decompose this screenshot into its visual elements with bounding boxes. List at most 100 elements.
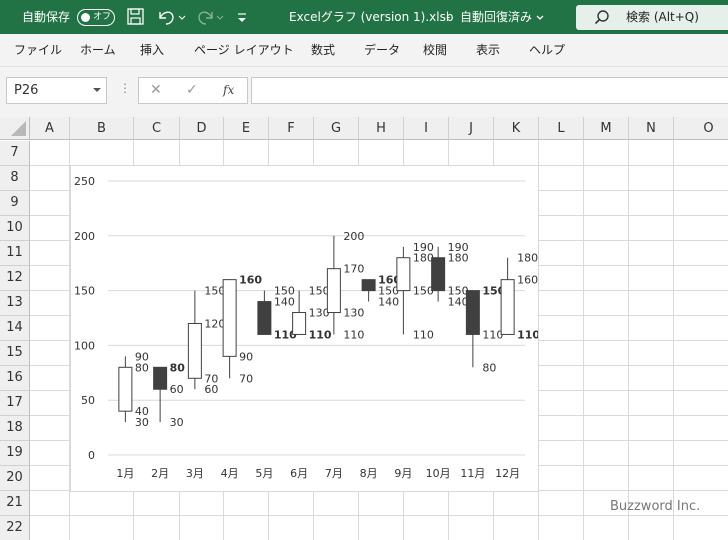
tab-help[interactable]: ヘルプ (529, 34, 565, 67)
column-header-b[interactable]: B (70, 117, 134, 140)
tab-home[interactable]: ホーム (80, 34, 116, 67)
y-tick-label: 200 (74, 230, 95, 243)
file-title: Excelグラフ (version 1).xlsb (289, 10, 454, 24)
save-icon[interactable] (126, 0, 144, 34)
row-header-17[interactable]: 17 (0, 391, 30, 416)
row-header-16[interactable]: 16 (0, 366, 30, 391)
autosave-label: 自動保存 (22, 10, 71, 24)
candle-body (396, 257, 411, 292)
close-label: 130 (309, 307, 330, 320)
x-tick-label: 12月 (495, 467, 520, 480)
candle-body (500, 279, 515, 335)
tab-review[interactable]: 校閲 (423, 34, 447, 67)
open-label: 130 (343, 307, 364, 320)
more-options-icon[interactable]: ⋮ (119, 81, 131, 95)
y-tick-label: 100 (74, 339, 95, 352)
column-header-h[interactable]: H (359, 117, 404, 140)
candle-body (153, 366, 168, 390)
tab-insert[interactable]: 挿入 (140, 34, 164, 67)
row-header-20[interactable]: 20 (0, 466, 30, 491)
y-tick-label: 50 (81, 394, 95, 407)
open-label: 150 (413, 285, 434, 298)
high-label: 200 (343, 230, 364, 243)
candle-body (187, 322, 202, 379)
column-header-c[interactable]: C (134, 117, 180, 140)
enter-check-icon[interactable]: ✓ (186, 78, 198, 103)
column-header-n[interactable]: N (629, 117, 674, 140)
search-placeholder: 検索 (Alt+Q) (626, 10, 699, 24)
insert-function-icon[interactable]: fx (223, 78, 234, 103)
save-status[interactable]: 自動回復済み (460, 0, 532, 34)
tab-formulas[interactable]: 数式 (311, 34, 335, 67)
watermark: Buzzword Inc. (610, 499, 701, 514)
row-header-13[interactable]: 13 (0, 291, 30, 316)
formula-input[interactable] (251, 77, 728, 104)
candle-body (257, 301, 272, 335)
candle-body (361, 279, 376, 292)
open-label: 180 (448, 252, 469, 265)
column-header-o[interactable]: O (674, 117, 728, 140)
open-label: 70 (204, 372, 218, 385)
undo-icon[interactable] (156, 0, 186, 34)
name-box[interactable]: P26 (6, 77, 107, 104)
row-header-8[interactable]: 8 (0, 166, 30, 191)
title-bar: 自動保存 オフ Excelグラフ (version 1).xlsb - 自動回復… (0, 0, 728, 34)
row-header-22[interactable]: 22 (0, 516, 30, 540)
row-header-21[interactable]: 21 (0, 491, 30, 516)
column-header-g[interactable]: G (314, 117, 359, 140)
row-header-9[interactable]: 9 (0, 191, 30, 216)
x-tick-label: 10月 (426, 467, 451, 480)
chevron-down-icon[interactable] (536, 0, 544, 34)
x-tick-label: 8月 (360, 467, 378, 480)
candle-body (118, 366, 133, 412)
column-header-e[interactable]: E (224, 117, 269, 140)
customize-quick-access-icon[interactable] (236, 0, 248, 34)
close-label: 180 (413, 252, 434, 265)
candlestick-chart[interactable]: 0 50 100 150 200 250 1月 90 30 40 80 2月 80 30 60 3月 150 60… (70, 165, 540, 492)
search-box[interactable]: 検索 (Alt+Q) (576, 5, 728, 30)
column-header-f[interactable]: F (269, 117, 314, 140)
close-label: 60 (170, 383, 184, 396)
column-header-d[interactable]: D (180, 117, 224, 140)
row-header-14[interactable]: 14 (0, 316, 30, 341)
close-label: 110 (482, 328, 503, 341)
candle-body (292, 312, 307, 335)
x-tick-label: 4月 (221, 467, 239, 480)
tab-view[interactable]: 表示 (476, 34, 500, 67)
column-header-k[interactable]: K (494, 117, 539, 140)
autosave-state: オフ (93, 12, 112, 22)
name-box-value: P26 (14, 83, 39, 98)
tab-data[interactable]: データ (364, 34, 400, 67)
cancel-icon[interactable]: ✕ (150, 78, 162, 103)
select-all-icon (11, 121, 26, 136)
select-all-button[interactable] (0, 117, 30, 140)
autosave-toggle[interactable]: オフ (77, 9, 115, 26)
x-tick-label: 6月 (290, 467, 308, 480)
column-header-m[interactable]: M (584, 117, 629, 140)
column-header-l[interactable]: L (539, 117, 584, 140)
candle-body (465, 290, 480, 335)
row-header-19[interactable]: 19 (0, 441, 30, 466)
row-header-15[interactable]: 15 (0, 341, 30, 366)
row-header-10[interactable]: 10 (0, 216, 30, 241)
close-label: 80 (135, 361, 149, 374)
low-label: 110 (517, 328, 538, 341)
ribbon-tabs: ファイル ホーム 挿入 ページ レイアウト 数式 データ 校閲 表示 ヘルプ (0, 34, 728, 67)
low-label: 110 (413, 328, 434, 341)
row-header-11[interactable]: 11 (0, 241, 30, 266)
row-header-18[interactable]: 18 (0, 416, 30, 441)
open-label: 40 (135, 405, 149, 418)
chevron-down-icon[interactable] (93, 88, 101, 92)
tab-file[interactable]: ファイル (14, 34, 62, 67)
y-tick-label: 250 (74, 175, 95, 188)
row-header-12[interactable]: 12 (0, 266, 30, 291)
open-label: 90 (239, 350, 253, 363)
tab-page-layout[interactable]: ページ レイアウト (194, 34, 294, 67)
row-header-7[interactable]: 7 (0, 141, 30, 166)
column-header-j[interactable]: J (449, 117, 494, 140)
column-header-a[interactable]: A (30, 117, 70, 140)
x-tick-label: 11月 (460, 467, 485, 480)
column-header-i[interactable]: I (404, 117, 449, 140)
candle-body (431, 257, 446, 292)
redo-icon[interactable] (195, 0, 225, 34)
